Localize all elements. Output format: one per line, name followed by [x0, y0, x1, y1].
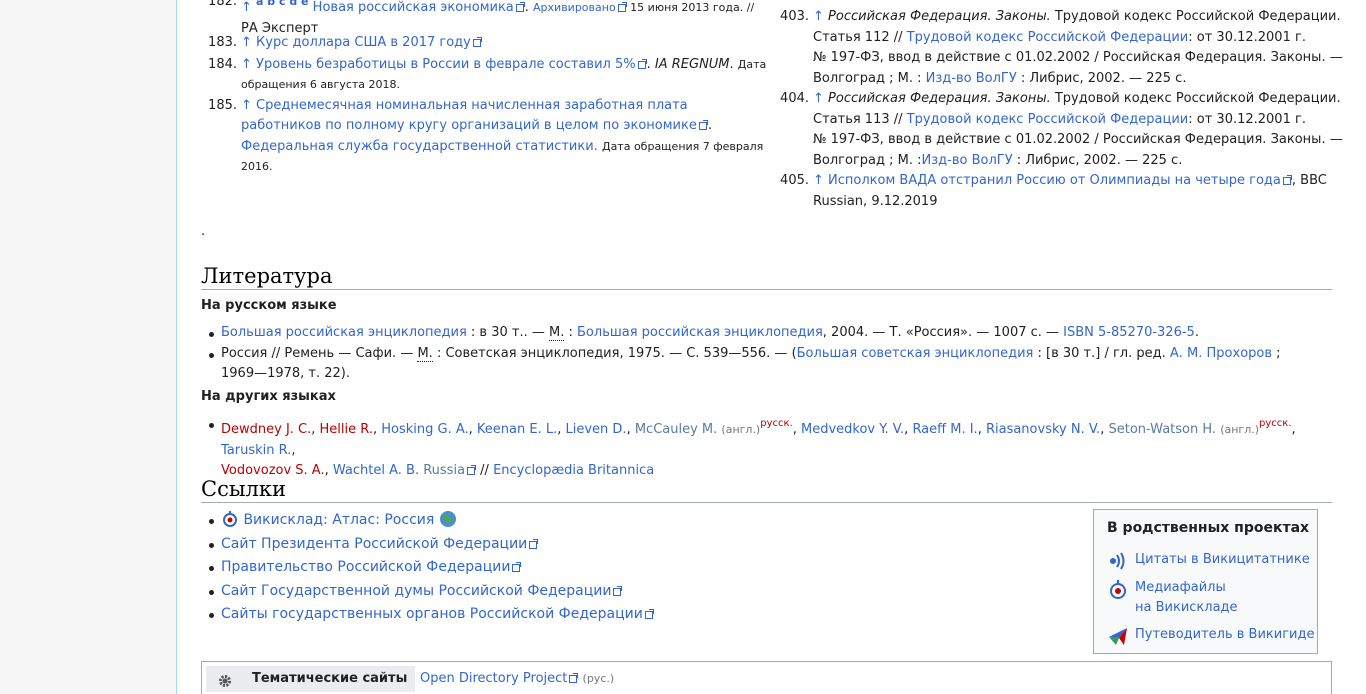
list-item: Большая российская энциклопедия : в 30 т… — [201, 323, 1332, 344]
author-link[interactable]: McCauley M. — [635, 422, 717, 437]
external-link-icon — [698, 120, 708, 130]
external-link-icon — [467, 465, 477, 475]
russian-language-heading: На русском языке — [201, 298, 337, 313]
list-item: Правительство Российской Федерации — [201, 556, 1061, 580]
backlink-arrow[interactable]: ↑ — [813, 173, 824, 188]
external-link-icon — [569, 673, 579, 683]
reference-405: 405. ↑ Исполком ВАДА отстранил Россию от… — [780, 173, 1327, 209]
list-item: Сайт Государственной думы Российской Фед… — [201, 580, 1061, 604]
external-links-list: Викисклад: Атлас: Россия Сайт Президента… — [201, 509, 1061, 627]
ref-link[interactable]: Среднемесячная номинальная начисленная з… — [256, 98, 688, 113]
author-link[interactable]: Hellie R. — [320, 422, 373, 437]
author-link[interactable]: Dewdney J. C. — [221, 422, 311, 437]
publisher-link[interactable]: Изд-во ВолГУ — [926, 71, 1017, 86]
backlink-arrow[interactable]: ↑ — [813, 9, 824, 24]
external-link-icon — [529, 538, 539, 549]
list-item: Россия // Ремень — Сафи. — М. : Советска… — [201, 344, 1332, 385]
open-directory-link[interactable]: Open Directory Project — [420, 671, 567, 686]
author-link[interactable]: Riasanovsky N. V. — [986, 422, 1100, 437]
references-right: 403. ↑ Российская Федерация. Законы. Тру… — [780, 7, 1343, 212]
author-link[interactable]: Keenan E. L. — [477, 422, 557, 437]
wikiquote-icon — [1107, 550, 1129, 572]
list-item: Dewdney J. C., Hellie R., Hosking G. A.,… — [201, 414, 1332, 482]
backlink-arrow[interactable]: ↑ — [241, 0, 252, 15]
list-item: Сайты государственных органов Российской… — [201, 603, 1061, 627]
author-link[interactable]: Wachtel A. B. — [333, 463, 419, 478]
reference-185: 185. ↑ Среднемесячная номинальная начисл… — [208, 97, 764, 174]
external-link-icon — [617, 2, 627, 12]
literature-heading: Литература — [201, 264, 1332, 290]
references-right-top-fragment: 402. ↑ ЧЕЛЯБИНСКАЯ ОБЛАСТЬ — [781, 0, 1341, 2]
government-site-link[interactable]: Правительство Российской Федерации — [221, 559, 510, 575]
author-link[interactable]: Lieven D. — [566, 422, 627, 437]
author-link[interactable]: Raeff M. I. — [912, 422, 977, 437]
wikivoyage-icon — [1107, 625, 1129, 647]
external-link-icon — [637, 58, 647, 69]
publisher-link[interactable]: Большая российская энциклопедия — [577, 325, 823, 340]
reference-184: 184. ↑ Уровень безработицы в России в фе… — [208, 56, 767, 92]
thematic-sites-label: Тематические сайты — [206, 666, 415, 692]
president-site-link[interactable]: Сайт Президента Российской Федерации — [221, 536, 527, 552]
globe-icon — [439, 510, 457, 528]
author-link[interactable]: Medvedkov Y. V. — [801, 422, 904, 437]
commons-icon — [1107, 578, 1129, 600]
reference-403: 403. ↑ Российская Федерация. Законы. Тру… — [780, 9, 1343, 86]
ref-org-link[interactable]: Федеральная служба государственной стати… — [241, 139, 598, 154]
backlink-letters[interactable]: a b c d e — [256, 0, 308, 8]
author-link[interactable]: Seton-Watson H. — [1108, 422, 1216, 437]
external-link-icon — [512, 562, 522, 573]
author-link[interactable]: Vodovozov S. A. — [221, 463, 325, 478]
stray-dot: . — [201, 224, 206, 239]
archived-link[interactable]: Архивировано — [533, 1, 616, 14]
backlink-arrow[interactable]: ↑ — [241, 57, 252, 72]
author-link[interactable]: Hosking G. A. — [381, 422, 468, 437]
backlink-arrow[interactable]: ↑ — [813, 91, 824, 106]
ref-link-cont[interactable]: работников по полному кругу организаций … — [241, 118, 697, 133]
thematic-sites-navbox: Тематические сайты Open Directory Projec… — [201, 661, 1332, 694]
ref-link[interactable]: Курс доллара США в 2017 году — [256, 35, 471, 50]
list-item: Викисклад: Атлас: Россия — [201, 509, 1061, 533]
commons-icon — [221, 510, 239, 528]
ref-link[interactable]: Новая российская экономика — [313, 0, 514, 15]
isbn-link[interactable]: ISBN 5-85270-326-5 — [1063, 325, 1195, 340]
interwiki-link[interactable]: русск. — [760, 418, 792, 429]
author-link[interactable]: Taruskin R. — [221, 443, 291, 458]
links-heading: Ссылки — [201, 477, 1332, 503]
article-link[interactable]: Russia — [423, 463, 465, 478]
other-literature-list: Dewdney J. C., Hellie R., Hosking G. A.,… — [201, 414, 1332, 482]
commons-atlas-link[interactable]: Викисклад: Атлас: Россия — [243, 512, 434, 528]
ref-link[interactable]: Трудовой кодекс Российской Федерации — [907, 112, 1189, 127]
sister-projects-title: В родственных проектах — [1107, 520, 1310, 536]
duma-site-link[interactable]: Сайт Государственной думы Российской Фед… — [221, 583, 611, 599]
editor-link[interactable]: А. М. Прохоров — [1170, 346, 1272, 361]
gear-icon — [218, 672, 232, 687]
encyclopedia-link[interactable]: Большая советская энциклопедия — [797, 346, 1034, 361]
external-link-icon — [515, 2, 525, 12]
ref-link[interactable]: Трудовой кодекс Российской Федерации — [907, 30, 1189, 45]
interwiki-link[interactable]: русск. — [1259, 418, 1291, 429]
external-link-icon — [613, 585, 623, 596]
ref-link[interactable]: Исполком ВАДА отстранил Россию от Олимпи… — [828, 173, 1281, 188]
sister-projects-box: В родственных проектах Цитаты в Викицита… — [1093, 509, 1318, 654]
article-content: 182. ↑ a b c d e Новая российская эконом… — [176, 0, 1366, 694]
external-link-icon — [1282, 175, 1292, 185]
britannica-link[interactable]: Encyclopædia Britannica — [493, 463, 654, 478]
external-link-icon — [644, 609, 654, 620]
encyclopedia-link[interactable]: Большая российская энциклопедия — [221, 325, 467, 340]
state-bodies-link[interactable]: Сайты государственных органов Российской… — [221, 606, 643, 622]
ref-link[interactable]: Уровень безработицы в России в феврале с… — [256, 57, 636, 72]
backlink-arrow[interactable]: ↑ — [241, 35, 252, 50]
external-link-icon — [472, 37, 482, 47]
backlink-arrow[interactable]: ↑ — [241, 98, 252, 113]
reference-182: 182. ↑ a b c d e Новая российская эконом… — [208, 0, 771, 36]
list-item: Сайт Президента Российской Федерации — [201, 533, 1061, 557]
reference-183: 183. ↑ Курс доллара США в 2017 году — [208, 33, 771, 54]
publisher-link[interactable]: Изд-во ВолГУ — [922, 153, 1013, 168]
references-left: 182. ↑ a b c d e Новая российская эконом… — [208, 0, 771, 178]
russian-literature-list: Большая российская энциклопедия : в 30 т… — [201, 323, 1332, 385]
other-languages-heading: На других языках — [201, 389, 336, 404]
reference-404: 404. ↑ Российская Федерация. Законы. Тру… — [780, 91, 1343, 168]
